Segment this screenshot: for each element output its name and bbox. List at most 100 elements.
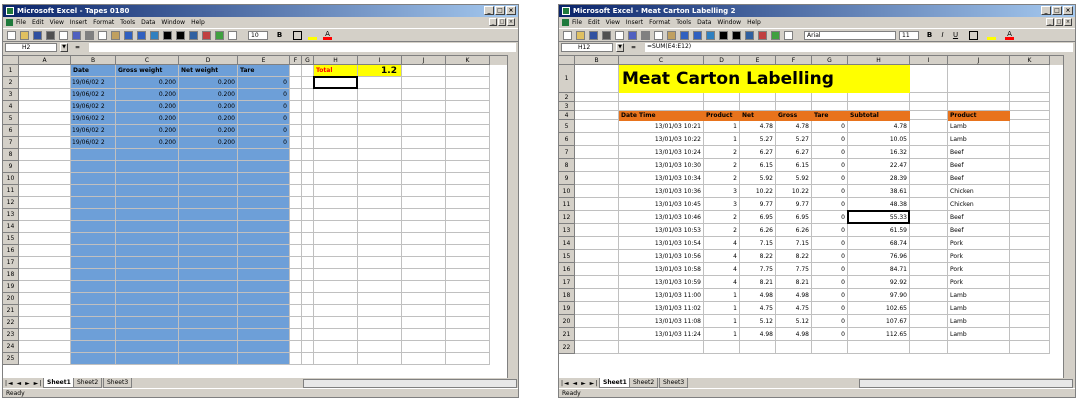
row-header-19[interactable]: 19 — [559, 302, 575, 315]
column-header-c[interactable]: C — [116, 56, 179, 65]
horizontal-scrollbar[interactable] — [859, 379, 1073, 388]
header-tare[interactable]: Tare — [240, 65, 289, 77]
menu-format[interactable]: Format — [93, 19, 114, 26]
tare-cell[interactable]: 0 — [812, 211, 845, 224]
product-cell[interactable]: Lamb — [950, 289, 1009, 302]
gross-cell[interactable]: 0.200 — [116, 137, 176, 149]
save-icon[interactable] — [589, 31, 598, 40]
function-icon[interactable] — [732, 31, 741, 40]
fill-color-icon[interactable] — [308, 31, 317, 40]
menu-file[interactable]: File — [16, 19, 26, 26]
doc-restore-icon[interactable]: □ — [1055, 18, 1063, 26]
row-header-2[interactable]: 2 — [3, 77, 19, 89]
row-header-19[interactable]: 19 — [3, 281, 19, 293]
sort-icon[interactable] — [189, 31, 198, 40]
spreadsheet-grid[interactable]: B C D E F G H I J K 1 2 3 4 5 6 7 8 9 10 11 12 13 14 15 16 17 18 19 2… — [559, 55, 1063, 378]
product-cell[interactable]: Chicken — [950, 185, 1009, 198]
row-header-1[interactable]: 1 — [559, 65, 575, 93]
tare-cell[interactable]: 0 — [238, 113, 287, 125]
close-icon[interactable]: × — [506, 6, 516, 15]
net-cell[interactable]: 0.200 — [179, 77, 235, 89]
function-icon[interactable] — [176, 31, 185, 40]
menu-help[interactable]: Help — [747, 19, 761, 26]
map-icon[interactable] — [215, 31, 224, 40]
name-box-dropdown-icon[interactable]: ▼ — [60, 43, 68, 52]
row-header-21[interactable]: 21 — [559, 328, 575, 341]
row-header-12[interactable]: 12 — [3, 197, 19, 209]
date-cell[interactable]: 19/06/02 2 — [72, 113, 115, 125]
sheet-tab-3[interactable]: Sheet3 — [659, 378, 689, 388]
product-no-cell[interactable]: 2 — [704, 224, 737, 237]
header-net[interactable]: Net — [742, 111, 776, 120]
datetime-cell[interactable]: 13/01/03 10:21 — [619, 120, 701, 133]
vertical-scrollbar[interactable] — [1063, 55, 1075, 378]
gross-cell[interactable]: 6.15 — [776, 159, 809, 172]
bold-icon[interactable]: B — [275, 31, 284, 40]
menu-window[interactable]: Window — [717, 19, 741, 26]
print-icon[interactable] — [602, 31, 611, 40]
sheet-tab-3[interactable]: Sheet3 — [103, 378, 133, 388]
redo-icon[interactable] — [137, 31, 146, 40]
datetime-cell[interactable]: 13/01/03 10:36 — [619, 185, 701, 198]
active-cell-h2[interactable] — [313, 76, 358, 89]
gross-cell[interactable]: 5.92 — [776, 172, 809, 185]
tare-cell[interactable]: 0 — [812, 263, 845, 276]
fill-color-icon[interactable] — [987, 31, 996, 40]
product-no-cell[interactable]: 2 — [704, 211, 737, 224]
spell-icon[interactable] — [72, 31, 81, 40]
row-header-15[interactable]: 15 — [3, 233, 19, 245]
gross-cell[interactable]: 0.200 — [116, 77, 176, 89]
tare-cell[interactable]: 0 — [812, 237, 845, 250]
autosum-icon[interactable] — [163, 31, 172, 40]
row-header-4[interactable]: 4 — [3, 101, 19, 113]
header-tare[interactable]: Tare — [814, 111, 848, 120]
header-subtotal[interactable]: Subtotal — [850, 111, 910, 120]
row-header-7[interactable]: 7 — [559, 146, 575, 159]
row-header-25[interactable]: 25 — [3, 353, 19, 365]
tare-cell[interactable]: 0 — [812, 328, 845, 341]
maximize-icon[interactable]: □ — [495, 6, 505, 15]
select-all-corner[interactable] — [3, 56, 19, 65]
datetime-cell[interactable]: 13/01/03 10:59 — [619, 276, 701, 289]
product-no-cell[interactable]: 1 — [704, 133, 737, 146]
product-cell[interactable]: Pork — [950, 263, 1009, 276]
open-icon[interactable] — [576, 31, 585, 40]
net-cell[interactable]: 7.75 — [740, 263, 773, 276]
row-header-18[interactable]: 18 — [559, 289, 575, 302]
gross-cell[interactable]: 0.200 — [116, 113, 176, 125]
gross-cell[interactable]: 7.15 — [776, 237, 809, 250]
gross-cell[interactable]: 9.77 — [776, 198, 809, 211]
product-no-cell[interactable]: 1 — [704, 289, 737, 302]
column-header-i[interactable]: I — [910, 56, 948, 65]
net-cell[interactable]: 4.75 — [740, 302, 773, 315]
tare-cell[interactable]: 0 — [812, 276, 845, 289]
hyperlink-icon[interactable] — [706, 31, 715, 40]
menu-data[interactable]: Data — [141, 19, 155, 26]
menu-insert[interactable]: Insert — [70, 19, 87, 26]
undo-icon[interactable] — [680, 31, 689, 40]
formula-input[interactable]: =SUM(E4:E12) — [645, 43, 1073, 52]
sort-icon[interactable] — [745, 31, 754, 40]
open-icon[interactable] — [20, 31, 29, 40]
product-cell[interactable]: Beef — [950, 224, 1009, 237]
select-all-corner[interactable] — [559, 56, 575, 65]
cut-icon[interactable] — [85, 31, 94, 40]
tare-cell[interactable]: 0 — [812, 289, 845, 302]
net-cell[interactable]: 5.92 — [740, 172, 773, 185]
row-header-23[interactable]: 23 — [3, 329, 19, 341]
subtotal-cell[interactable]: 68.74 — [848, 237, 907, 250]
tare-cell[interactable]: 0 — [812, 315, 845, 328]
gross-cell[interactable]: 6.27 — [776, 146, 809, 159]
new-icon[interactable] — [563, 31, 572, 40]
menu-view[interactable]: View — [50, 19, 64, 26]
product-cell[interactable]: Beef — [950, 159, 1009, 172]
menu-edit[interactable]: Edit — [588, 19, 600, 26]
product-no-cell[interactable]: 1 — [704, 328, 737, 341]
font-size-select[interactable]: 10 — [248, 31, 268, 40]
column-header-h[interactable]: H — [848, 56, 910, 65]
net-cell[interactable]: 0.200 — [179, 101, 235, 113]
row-header-21[interactable]: 21 — [3, 305, 19, 317]
sheet-tab-1[interactable]: Sheet1 — [43, 378, 75, 388]
menu-tools[interactable]: Tools — [120, 19, 135, 26]
column-header-b[interactable]: B — [71, 56, 116, 65]
